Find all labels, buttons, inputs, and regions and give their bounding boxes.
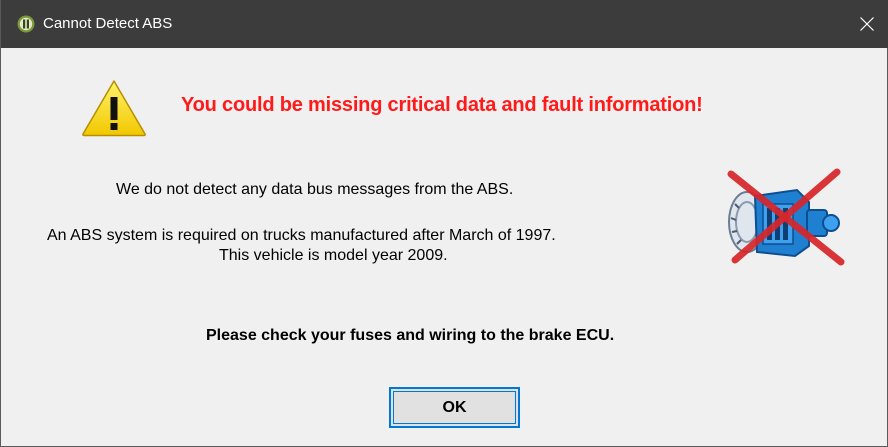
message-line-2: An ABS system is required on trucks manu… [47, 227, 556, 244]
title-bar[interactable]: Cannot Detect ABS [1, 0, 888, 48]
app-logo-icon [17, 15, 35, 33]
instruction-text: Please check your fuses and wiring to th… [206, 327, 615, 344]
close-icon [860, 17, 874, 31]
alert-headline: You could be missing critical data and f… [181, 94, 703, 116]
ok-button[interactable]: OK [389, 387, 520, 428]
ok-button-label: OK [442, 398, 467, 416]
warning-icon [81, 79, 147, 142]
message-line-1: We do not detect any data bus messages f… [116, 181, 514, 198]
message-line-3: This vehicle is model year 2009. [219, 247, 448, 264]
dialog-window: Cannot Detect ABS You could be missing c… [0, 0, 888, 447]
window-title: Cannot Detect ABS [43, 15, 173, 32]
close-button[interactable] [843, 0, 888, 48]
abs-brake-crossed-out-icon [717, 168, 847, 271]
